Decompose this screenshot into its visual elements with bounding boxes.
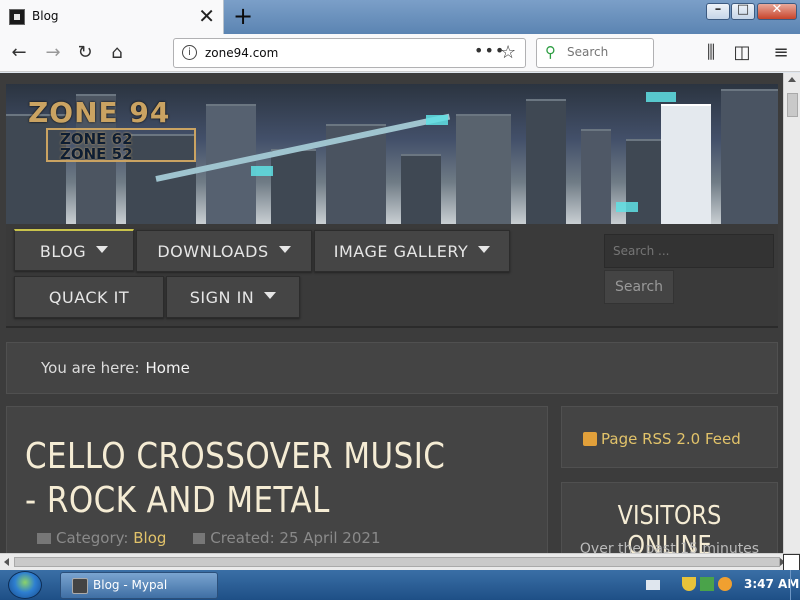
menu-item-label: BLOG (39, 242, 87, 261)
shield-tray-icon[interactable] (682, 577, 696, 591)
scrollbar-thumb[interactable] (14, 557, 780, 567)
site-search-button[interactable]: Search (604, 270, 674, 304)
menu-item-quack-it[interactable]: QUACK IT (14, 276, 164, 318)
blog-article: CELLO CROSSOVER MUSIC - ROCK AND METAL C… (6, 406, 548, 553)
taskbar-window-button[interactable]: Blog - Mypal (60, 572, 218, 599)
browser-app-icon (72, 578, 88, 594)
bookmark-star-icon[interactable]: ☆ (500, 42, 516, 63)
menu-item-blog[interactable]: BLOG (14, 229, 134, 271)
rss-module: Page RSS 2.0 Feed (561, 406, 778, 468)
browser-tab[interactable]: Blog ✕ (0, 0, 224, 34)
menu-item-label: QUACK IT (48, 288, 130, 307)
browser-tab-strip: Blog ✕ + – □ ✕ (0, 0, 800, 34)
caret-down-icon (478, 246, 491, 253)
breadcrumb-prefix: You are here: (41, 359, 140, 377)
folder-icon (37, 533, 51, 544)
keyboard-tray-icon[interactable] (646, 580, 660, 590)
reload-icon[interactable]: ↻ (72, 40, 98, 66)
scrollbar-thumb[interactable] (787, 93, 798, 117)
caret-down-icon (264, 292, 277, 299)
caret-down-icon (278, 246, 291, 253)
menu-item-label: DOWNLOADS (157, 242, 269, 261)
scroll-corner (783, 554, 800, 571)
site-favicon-icon (9, 9, 25, 25)
site-main-menu: BLOG DOWNLOADS IMAGE GALLERY QUACK IT SI… (6, 224, 778, 328)
created-date: Created: 25 April 2021 (210, 529, 381, 547)
browser-search-input[interactable] (567, 45, 647, 59)
page-viewport: ZONE 94 ZONE 62 ZONE 52 BLOG DOWNLOADS I… (0, 73, 783, 553)
site-banner: ZONE 94 ZONE 62 ZONE 52 (6, 84, 778, 224)
horizontal-scrollbar[interactable] (0, 553, 800, 571)
article-title[interactable]: CELLO CROSSOVER MUSIC - ROCK AND METAL (25, 435, 455, 523)
windows-taskbar: Blog - Mypal 3:47 AM (0, 570, 800, 600)
calendar-icon (193, 533, 206, 544)
scroll-left-icon[interactable] (4, 558, 9, 566)
article-meta: Category: Blog Created: 25 April 2021 (37, 529, 381, 547)
visitors-module: VISITORS ONLINE Over the past 15 minutes (561, 482, 778, 553)
show-desktop-button[interactable] (790, 570, 800, 600)
address-bar[interactable]: i zone94.com ••• ☆ (173, 38, 526, 68)
scroll-up-icon[interactable] (788, 77, 796, 82)
search-icon: ⚲ (545, 43, 556, 61)
category-label: Category: (56, 529, 129, 547)
close-window-button[interactable]: ✕ (757, 2, 797, 20)
menu-item-downloads[interactable]: DOWNLOADS (136, 230, 312, 272)
site-search-input[interactable] (604, 234, 774, 268)
network-tray-icon[interactable] (700, 577, 714, 591)
menu-hamburger-icon[interactable]: ≡ (768, 40, 794, 66)
maximize-icon: □ (736, 2, 750, 17)
close-icon: ✕ (771, 2, 783, 17)
taskbar-window-title: Blog - Mypal (93, 578, 168, 592)
forward-arrow-icon[interactable]: → (40, 40, 66, 66)
search-tray-icon[interactable] (718, 577, 732, 591)
menu-item-image-gallery[interactable]: IMAGE GALLERY (314, 230, 510, 272)
rss-feed-link[interactable]: Page RSS 2.0 Feed (601, 430, 741, 448)
site-logo[interactable]: ZONE 94 (28, 96, 170, 129)
rss-icon (583, 432, 597, 446)
browser-toolbar: ← → ↻ ⌂ i zone94.com ••• ☆ ⚲ ⫼ ◫ ≡ (0, 34, 800, 72)
visitors-subtitle: Over the past 15 minutes (579, 541, 760, 553)
page-info-icon[interactable]: i (182, 45, 197, 60)
category-link[interactable]: Blog (133, 529, 166, 547)
start-button[interactable] (8, 571, 42, 599)
site-logo-emblem: ZONE 62 ZONE 52 (46, 128, 196, 163)
maximize-window-button[interactable]: □ (731, 2, 755, 20)
tab-title: Blog (32, 9, 59, 23)
minimize-window-button[interactable]: – (706, 2, 730, 20)
back-arrow-icon[interactable]: ← (6, 40, 32, 66)
logo-sub-line: ZONE 52 (60, 145, 133, 163)
breadcrumb-home-link[interactable]: Home (146, 359, 190, 377)
close-tab-icon[interactable]: ✕ (198, 5, 215, 27)
minimize-icon: – (714, 2, 722, 17)
menu-item-label: IMAGE GALLERY (333, 242, 469, 261)
caret-down-icon (96, 246, 109, 253)
url-text[interactable]: zone94.com (205, 46, 278, 60)
home-icon[interactable]: ⌂ (104, 40, 130, 66)
sidebar-toggle-icon[interactable]: ◫ (729, 40, 755, 66)
library-icon[interactable]: ⫼ (698, 40, 724, 66)
menu-item-label: SIGN IN (189, 288, 255, 307)
breadcrumb: You are here: Home (6, 342, 778, 394)
vertical-scrollbar[interactable] (783, 73, 800, 553)
new-tab-button[interactable]: + (230, 2, 256, 30)
menu-item-sign-in[interactable]: SIGN IN (166, 276, 300, 318)
browser-search-box[interactable]: ⚲ (536, 38, 654, 68)
